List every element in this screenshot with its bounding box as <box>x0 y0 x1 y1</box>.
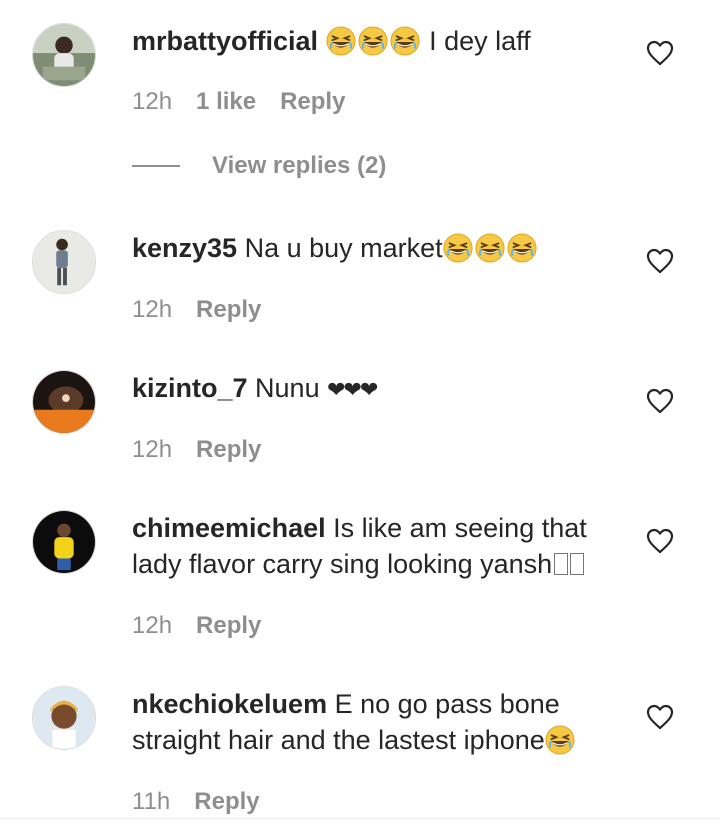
comment-username[interactable]: chimeemichael <box>132 513 326 543</box>
comment-username[interactable]: nkechiokeluem <box>132 689 327 719</box>
view-replies-button[interactable]: View replies (2) <box>132 152 386 180</box>
comment-body: mrbattyofficial I dey laff <box>132 23 612 59</box>
comment-body: nkechiokeluem E no go pass bone straight… <box>132 686 612 758</box>
grinning-face-emoji <box>443 233 473 263</box>
avatar[interactable] <box>32 23 96 87</box>
comment-meta: 12h Reply <box>132 612 261 640</box>
grinning-face-emoji <box>326 26 356 56</box>
grinning-face-emoji <box>390 26 420 56</box>
grinning-face-emoji <box>358 26 388 56</box>
reply-button[interactable]: Reply <box>196 612 261 640</box>
reply-button[interactable]: Reply <box>194 788 259 816</box>
comment-username[interactable]: kenzy35 <box>132 233 237 263</box>
comment-message: I dey laff <box>429 26 531 56</box>
comment-time: 12h <box>132 612 173 639</box>
comment-body: kizinto_7 Nunu ❤❤❤ <box>132 370 612 408</box>
heart-outline-icon[interactable] <box>646 528 674 554</box>
like-count[interactable]: 1 like <box>196 88 256 116</box>
avatar[interactable] <box>32 510 96 574</box>
heart-outline-icon[interactable] <box>646 248 674 274</box>
comment-body: chimeemichael Is like am seeing that lad… <box>132 510 612 582</box>
comment-meta: 12h Reply <box>132 436 261 464</box>
comment-meta: 12h 1 like Reply <box>132 88 345 116</box>
avatar[interactable] <box>32 370 96 434</box>
comment-time: 12h <box>132 436 173 463</box>
divider-line <box>132 165 180 167</box>
avatar[interactable] <box>32 230 96 294</box>
heart-outline-icon[interactable] <box>646 40 674 66</box>
grinning-face-emoji <box>507 233 537 263</box>
comment-meta: 11h Reply <box>132 788 260 816</box>
comment-text: mrbattyofficial I dey laff <box>132 23 612 59</box>
comment-text: kizinto_7 Nunu ❤❤❤ <box>132 370 612 408</box>
view-replies-label: View replies (2) <box>212 152 387 179</box>
comment-time: 11h <box>132 788 171 815</box>
comment-text: nkechiokeluem E no go pass bone straight… <box>132 686 612 758</box>
reply-button[interactable]: Reply <box>196 296 261 324</box>
reply-button[interactable]: Reply <box>280 88 345 116</box>
comment-text: kenzy35 Na u buy market <box>132 230 612 266</box>
heart-outline-icon[interactable] <box>646 388 674 414</box>
unknown-glyph <box>554 553 569 575</box>
comment-time: 12h <box>132 88 173 115</box>
comment-username[interactable]: kizinto_7 <box>132 373 248 403</box>
heart-outline-icon[interactable] <box>646 704 674 730</box>
comment-body: kenzy35 Na u buy market <box>132 230 612 266</box>
comment-text: chimeemichael Is like am seeing that lad… <box>132 510 612 582</box>
comment-time: 12h <box>132 296 173 323</box>
comment-username[interactable]: mrbattyofficial <box>132 26 318 56</box>
comment-message: Na u buy market <box>244 233 443 263</box>
divider <box>0 818 720 819</box>
avatar[interactable] <box>32 686 96 750</box>
reply-button[interactable]: Reply <box>196 436 261 464</box>
unknown-glyph <box>570 553 585 575</box>
grinning-face-emoji <box>545 725 575 755</box>
comment-message: Nunu <box>255 373 320 403</box>
comment-meta: 12h Reply <box>132 296 261 324</box>
grinning-face-emoji <box>475 233 505 263</box>
hearts-emoji: ❤❤❤ <box>327 377 378 402</box>
